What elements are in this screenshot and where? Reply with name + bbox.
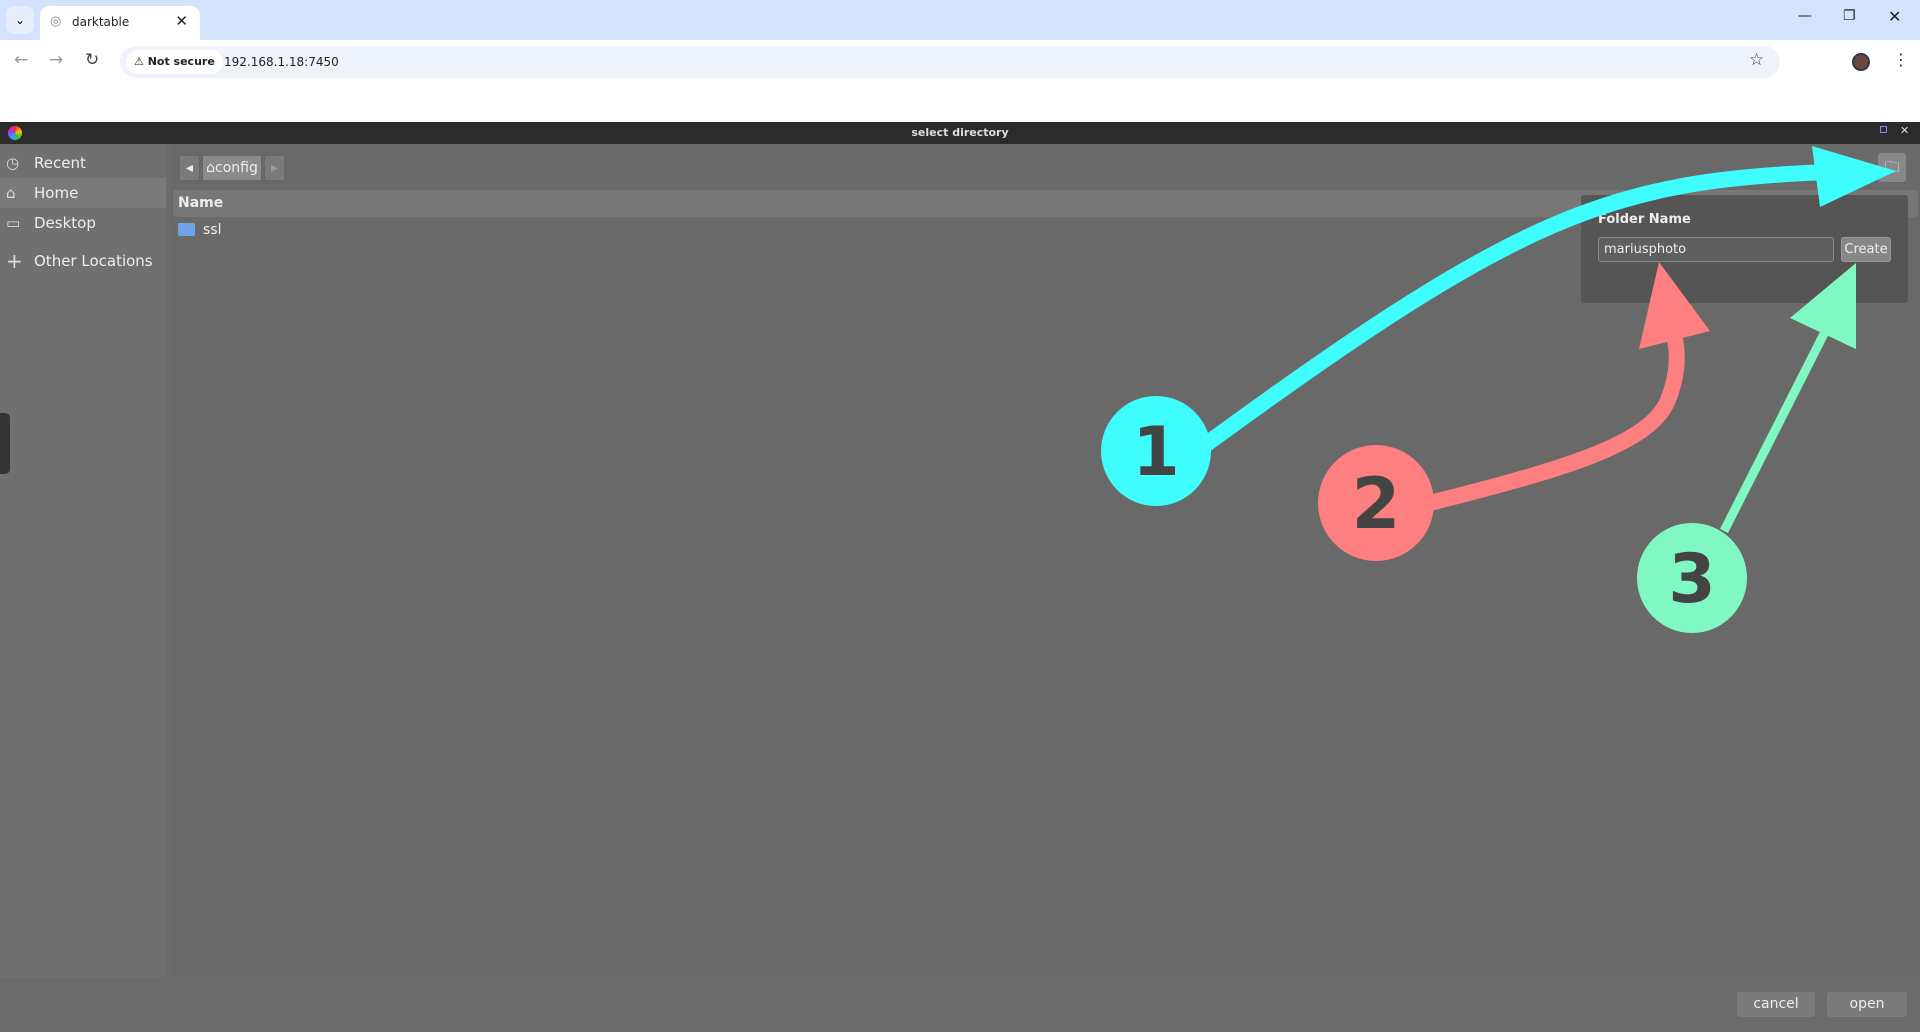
annotation-overlay: 1 2 3 [1101, 146, 1896, 633]
arrow-1-head [1812, 146, 1896, 207]
arrow-3 [1719, 315, 1837, 534]
arrow-1 [1200, 164, 1831, 452]
step-1-label: 1 [1132, 413, 1179, 492]
step-3-label: 3 [1668, 540, 1715, 619]
step-2-label: 2 [1352, 463, 1401, 545]
arrow-2 [1428, 327, 1685, 511]
arrow-2-head [1639, 262, 1710, 349]
